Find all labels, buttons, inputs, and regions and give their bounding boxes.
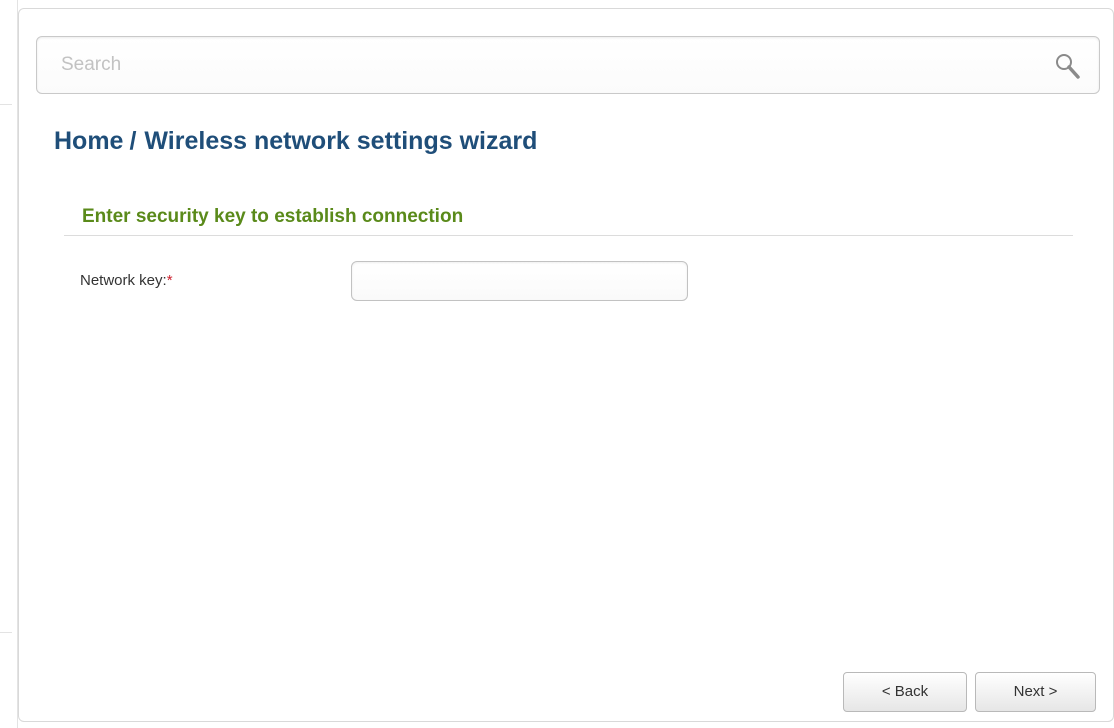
section-divider [64, 235, 1073, 236]
search-bar [36, 36, 1100, 94]
page: Home/Wireless network settings wizard En… [0, 0, 1114, 728]
page-title: Wireless network settings wizard [144, 127, 538, 155]
breadcrumb-home-link[interactable]: Home [54, 127, 123, 155]
breadcrumb-separator: / [129, 127, 137, 155]
network-key-label: Network key:* [80, 272, 173, 289]
left-panel-edge [0, 0, 18, 728]
network-key-input[interactable] [351, 261, 688, 301]
left-panel-divider [0, 104, 12, 105]
next-button[interactable]: Next > [975, 672, 1096, 712]
required-mark: * [166, 272, 173, 289]
network-key-label-text: Network key: [80, 272, 167, 289]
main-content-frame [18, 8, 1114, 722]
search-icon[interactable] [1053, 51, 1083, 81]
breadcrumb: Home / Wireless network settings wizard [54, 127, 537, 156]
search-input[interactable] [61, 37, 1021, 93]
left-panel-divider [0, 632, 12, 633]
back-button[interactable]: < Back [843, 672, 967, 712]
section-title: Enter security key to establish connecti… [82, 206, 464, 227]
